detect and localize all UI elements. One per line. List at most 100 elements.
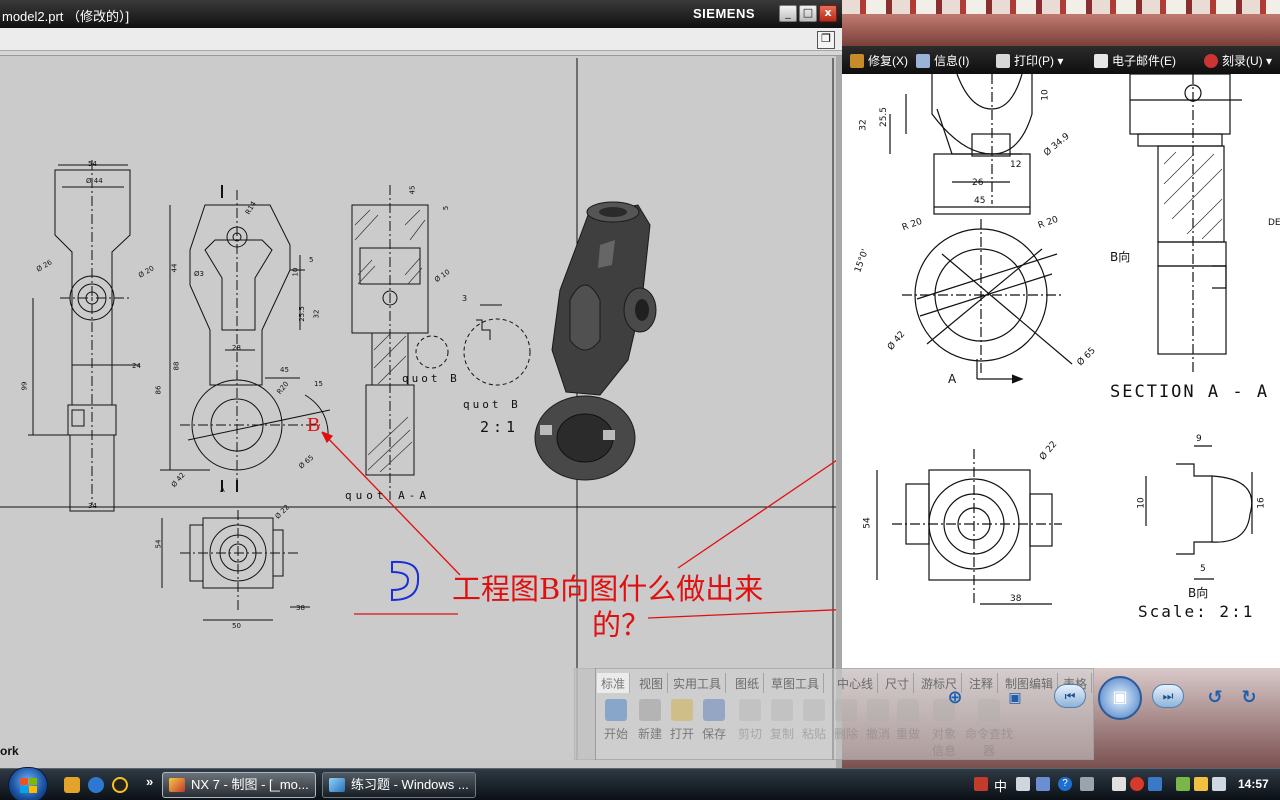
camera-icon[interactable] [1112, 777, 1126, 791]
dim-label: Ø3 [194, 270, 204, 278]
save-command[interactable]: 保存 [699, 699, 729, 742]
nx-app-icon [169, 778, 185, 792]
undo-command[interactable]: 撤消 [863, 699, 893, 742]
restore-icon[interactable]: ❐ [817, 31, 835, 49]
repair-menu[interactable]: 修复(X) [850, 52, 908, 69]
usb-icon[interactable] [1176, 777, 1190, 791]
toolbar-grip[interactable] [574, 668, 596, 760]
nx-menu-bar[interactable] [0, 28, 842, 51]
quicklaunch-chevron[interactable]: » [146, 774, 153, 789]
ie-icon[interactable] [88, 777, 104, 793]
tab-centerline[interactable]: 中心线 [833, 673, 879, 693]
ref-dim-label: Ø 42 [885, 329, 908, 353]
print-menu[interactable]: 打印(P) ▾ [996, 52, 1063, 69]
new-command[interactable]: 新建 [635, 699, 665, 742]
close-button[interactable]: x [819, 5, 837, 22]
ref-dim-label: Ø 34.9 [1042, 131, 1072, 159]
cut-label-a: A [220, 486, 225, 494]
dim-label: 34 [88, 502, 97, 510]
section-aa-label: SECTION A - A [1110, 382, 1270, 402]
ime-settings-icon[interactable] [1036, 777, 1050, 791]
open-folder-icon [671, 699, 693, 721]
paste-command[interactable]: 粘贴 [799, 699, 829, 742]
info-menu[interactable]: 信息(I) [916, 52, 969, 69]
brand-logo: SIEMENS [693, 6, 756, 21]
undo-icon [867, 699, 889, 721]
dim-label: Ø 22 [273, 503, 292, 521]
cut-command[interactable]: 剪切 [735, 699, 765, 742]
redo-icon [897, 699, 919, 721]
nx-title-bar[interactable]: model2.prt （修改的）] SIEMENS _ □ x [0, 0, 842, 28]
burn-menu[interactable]: 刻录(U) ▾ [1204, 52, 1272, 69]
media-player-icon[interactable] [64, 777, 80, 793]
clock[interactable]: 14:57 [1238, 777, 1269, 791]
photo-viewer-icon [329, 778, 345, 792]
tray-arrow-icon[interactable] [1080, 777, 1094, 791]
dim-label: Ø 65 [297, 453, 316, 471]
taskbar-item-nx[interactable]: NX 7 - 制图 - [_mo... [162, 772, 316, 798]
dim-label: 5 [442, 205, 451, 211]
copy-command[interactable]: 复制 [767, 699, 797, 742]
dim-label: 24 [132, 362, 141, 370]
redo-command[interactable]: 重做 [893, 699, 923, 742]
ref-dim-label: 15°0' [853, 247, 871, 275]
dim-label: 45 [408, 185, 417, 195]
start-button[interactable] [8, 767, 48, 800]
slideshow-button[interactable]: ▣ [1098, 676, 1142, 720]
tab-drawing[interactable]: 图纸 [731, 673, 765, 693]
tab-standard[interactable]: 标准 [597, 673, 631, 693]
dim-label: 54 [154, 539, 163, 549]
windows-logo-icon [20, 778, 38, 794]
tab-dimension[interactable]: 尺寸 [881, 673, 915, 693]
start-icon [605, 699, 627, 721]
dim-label: Ø 42 [169, 471, 187, 489]
previous-button[interactable]: ⏮ [1054, 684, 1086, 708]
help-icon[interactable]: ? [1058, 777, 1072, 791]
image-viewer-window: 修复(X) 信息(I) 打印(P) ▾ 电子邮件(E) 刻录(U) ▾ 32 2… [842, 0, 1280, 768]
dim-label: 32 [312, 309, 321, 319]
open-command[interactable]: 打开 [667, 699, 697, 742]
ref-dim-label: 45 [974, 196, 986, 206]
rotate-left-icon[interactable]: ↺ [1204, 686, 1226, 708]
dim-label: 5 [309, 256, 314, 264]
dim-label: 50 [232, 622, 241, 630]
fit-window-icon[interactable]: ▣ [1004, 686, 1026, 708]
minimize-button[interactable]: _ [779, 5, 797, 22]
viewer-background [842, 0, 1280, 46]
ref-dim-label: 12 [1010, 160, 1022, 170]
antivirus-icon[interactable] [1130, 777, 1144, 791]
dim-label: 54 [88, 160, 97, 168]
ime-indicator[interactable]: 中 [994, 776, 1007, 795]
delete-icon [835, 699, 857, 721]
taskbar: » NX 7 - 制图 - [_mo... 练习题 - Windows ... … [0, 767, 1280, 800]
dim-label: 88 [172, 361, 181, 371]
email-menu[interactable]: 电子邮件(E) [1094, 52, 1176, 69]
scale-label: 2:1 [480, 418, 520, 436]
rotate-right-icon[interactable]: ↻ [1238, 686, 1260, 708]
next-button[interactable]: ⏭ [1152, 684, 1184, 708]
network-icon[interactable] [1148, 777, 1162, 791]
tab-utilities[interactable]: 实用工具 [669, 673, 727, 693]
start-command[interactable]: 开始 [601, 699, 631, 742]
delete-command[interactable]: 删除 [831, 699, 861, 742]
qq-tray-icon[interactable] [1194, 777, 1208, 791]
maximize-button[interactable]: □ [799, 5, 817, 22]
detail-label: quot B [463, 398, 521, 411]
ime-mode-icon[interactable] [1016, 777, 1030, 791]
dim-label: R14 [243, 200, 258, 216]
dim-label: 44 [170, 263, 179, 273]
dim-label: 10 [291, 267, 300, 277]
volume-icon[interactable] [1212, 777, 1226, 791]
zoom-icon[interactable]: ⊕ [944, 686, 966, 708]
drawing-canvas[interactable]: 54 Ø 44 Ø 26 Ø 20 24 99 34 R14 Ø3 5 10 2… [0, 56, 836, 760]
printer-icon [996, 54, 1010, 68]
nx-window: model2.prt （修改的）] SIEMENS _ □ x ❐ 54 Ø 4… [0, 0, 842, 768]
ref-text: DE [1268, 218, 1280, 228]
keyboard-icon[interactable] [974, 777, 988, 791]
qq-icon[interactable] [112, 777, 128, 793]
tab-sketch-tools[interactable]: 草图工具 [767, 673, 825, 693]
dim-label: 28 [232, 344, 241, 352]
taskbar-item-viewer[interactable]: 练习题 - Windows ... [322, 772, 476, 798]
dim-label: 3 [462, 294, 468, 303]
tab-view[interactable]: 视图 [635, 673, 669, 693]
